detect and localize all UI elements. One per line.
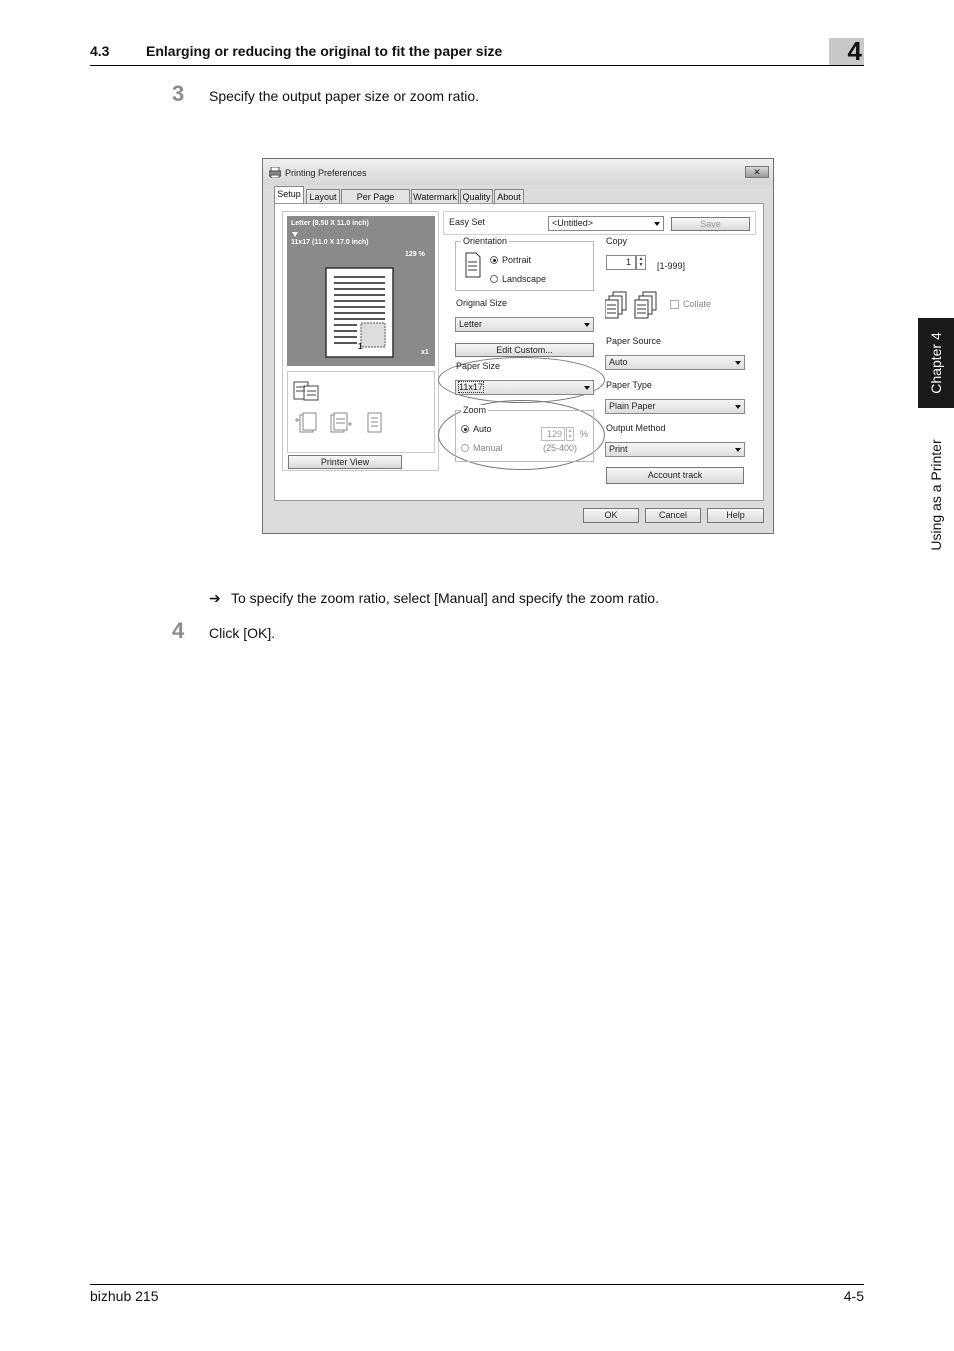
copy-label: Copy [606,236,628,246]
output-method-value: Print [609,444,628,454]
step-text: Specify the output paper size or zoom ra… [209,88,480,104]
tab-about[interactable]: About [494,189,524,203]
paper-type-select[interactable]: Plain Paper [605,399,745,414]
output-method-label: Output Method [606,423,666,433]
save-button[interactable]: Save [671,217,750,231]
copy-range: [1-999] [657,261,686,271]
tab-setup[interactable]: Setup [274,186,304,204]
step-text: Click [OK]. [209,625,276,641]
help-button[interactable]: Help [707,508,764,523]
portrait-radio[interactable] [490,256,498,264]
zoom-label: Zoom [461,405,489,415]
zoom-auto-radio[interactable] [461,425,469,433]
zoom-manual-label: Manual [473,443,503,453]
zoom-range: (25-400) [543,443,578,453]
bullet-text: To specify the zoom ratio, select [Manua… [231,590,659,606]
zoom-input[interactable]: 129 [541,427,565,441]
collate-icon [605,291,657,319]
zoom-auto-label: Auto [473,424,492,434]
tab-quality[interactable]: Quality [460,189,493,203]
copy-input[interactable]: 1 [606,255,636,270]
portrait-icon [465,252,481,278]
preview-original-size: Letter (8.50 X 11.0 inch) [291,220,369,227]
printer-view-button[interactable]: Printer View [288,455,402,469]
cancel-button[interactable]: Cancel [645,508,701,523]
edit-custom-button[interactable]: Edit Custom... [455,343,594,357]
orientation-label: Orientation [461,236,510,246]
finishing-icon [293,381,319,401]
zoom-spinner[interactable]: ▲ ▼ [566,427,574,441]
tab-per-page-setting[interactable]: Per Page Setting [341,189,410,216]
paper-type-value: Plain Paper [609,401,656,411]
tab-layout[interactable]: Layout [306,189,340,203]
paper-type-label: Paper Type [606,380,652,390]
account-track-button[interactable]: Account track [606,467,744,484]
step-number: 4 [172,618,185,643]
paper-source-select[interactable]: Auto [605,355,745,370]
portrait-label: Portrait [502,255,532,265]
chapter-tab-label: Chapter 4 [928,332,944,394]
preview-copies: x1 [421,349,429,356]
collate-label: Collate [683,299,712,309]
ok-button[interactable]: OK [583,508,639,523]
output-method-select[interactable]: Print [605,442,745,457]
bullet-arrow: ➔ [209,590,221,606]
footer-product: bizhub 215 [90,1288,159,1304]
section-tab-label: Using as a Printer [928,439,944,551]
paper-size-select[interactable]: 11x17 [455,380,594,395]
zoom-manual-radio[interactable] [461,444,469,452]
preview-zoom: 129 % [405,251,425,258]
easy-set-select[interactable]: <Untitled> [548,216,664,231]
preview-page-number: 1 [358,342,363,351]
step-number: 3 [172,81,185,106]
footer-rule [90,1284,864,1285]
original-size-value: Letter [459,319,483,329]
landscape-label: Landscape [502,274,547,284]
punch-icon [330,412,352,433]
printing-preferences-dialog: Printing Preferences ✕ Setup Layout Per … [262,158,774,534]
section-title: Enlarging or reducing the original to fi… [146,43,503,59]
zoom-unit: % [580,429,589,439]
preview-output-size: 11x17 (11.0 X 17.0 inch) [291,239,369,246]
cover-icon [367,412,382,433]
original-size-select[interactable]: Letter [455,317,594,332]
paper-size-value: 11x17 [458,381,484,393]
original-size-label: Original Size [456,298,508,308]
section-number: 4.3 [90,43,110,59]
easy-set-label: Easy Set [449,217,486,227]
landscape-radio[interactable] [490,275,498,283]
paper-source-value: Auto [609,357,628,367]
easy-set-value: <Untitled> [552,218,594,228]
dialog-title: Printing Preferences [285,168,367,178]
printer-icon [269,167,281,178]
staple-icon [295,412,317,433]
header-rule [90,65,864,66]
copy-spinner[interactable]: ▲ ▼ [636,255,646,270]
paper-size-label: Paper Size [456,361,501,371]
collate-checkbox[interactable] [670,300,679,309]
chapter-number: 4 [847,36,862,66]
footer-page-number: 4-5 [843,1288,864,1304]
paper-source-label: Paper Source [606,336,662,346]
tab-watermark[interactable]: Watermark [411,189,459,203]
arrow-down-icon [292,232,298,237]
close-button[interactable]: ✕ [745,166,769,178]
